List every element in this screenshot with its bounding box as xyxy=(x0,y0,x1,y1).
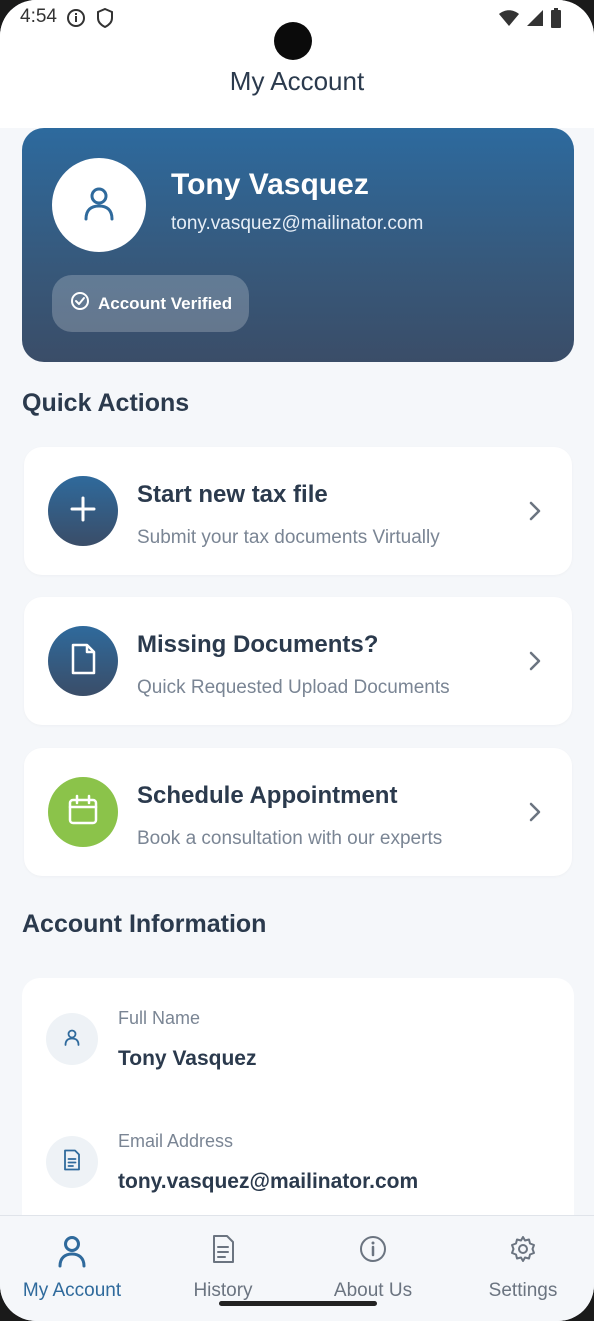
info-icon-circle xyxy=(46,1136,98,1188)
plus-icon xyxy=(69,495,97,528)
check-circle-icon xyxy=(70,291,90,316)
action-subtitle: Book a consultation with our experts xyxy=(137,828,443,849)
full-name-label: Full Name xyxy=(118,1008,201,1028)
document-icon xyxy=(210,1234,236,1269)
gear-icon xyxy=(508,1234,538,1269)
user-icon xyxy=(62,1027,82,1052)
nav-label: History xyxy=(193,1280,253,1301)
chevron-right-icon xyxy=(528,802,542,827)
avatar xyxy=(52,158,146,252)
action-subtitle: Quick Requested Upload Documents xyxy=(137,677,450,698)
full-name-value: Tony Vasquez xyxy=(118,1047,257,1070)
quick-actions-title: Quick Actions xyxy=(22,389,190,417)
verified-badge: Account Verified xyxy=(52,275,249,332)
email-address-value: tony.vasquez@mailinator.com xyxy=(118,1170,419,1193)
start-tax-file-card[interactable]: Start new tax file Submit your tax docum… xyxy=(24,447,572,575)
calendar-icon xyxy=(67,794,99,831)
verified-label: Account Verified xyxy=(98,293,233,313)
shield-status-icon xyxy=(96,7,114,33)
missing-documents-card[interactable]: Missing Documents? Quick Requested Uploa… xyxy=(24,597,572,725)
document-icon xyxy=(62,1149,82,1176)
action-icon-circle xyxy=(48,626,118,696)
nav-settings[interactable]: Settings xyxy=(448,1216,594,1321)
chevron-right-icon xyxy=(528,651,542,676)
battery-icon xyxy=(550,8,562,33)
document-icon xyxy=(69,643,97,680)
info-icon-circle xyxy=(46,1013,98,1065)
chevron-right-icon xyxy=(528,501,542,526)
email-address-label: Email Address xyxy=(118,1131,234,1151)
user-icon xyxy=(57,1234,87,1273)
phone-screen: 4:54 My Account Tony Vasquez tony.vasque… xyxy=(0,0,594,1321)
signal-icon xyxy=(526,9,544,32)
action-title: Missing Documents? xyxy=(137,631,379,658)
camera-cutout xyxy=(274,22,312,60)
info-icon xyxy=(358,1234,388,1269)
nav-label: Settings xyxy=(488,1280,558,1301)
profile-card: Tony Vasquez tony.vasquez@mailinator.com… xyxy=(22,128,574,362)
action-icon-circle xyxy=(48,476,118,546)
info-status-icon xyxy=(66,8,86,33)
action-title: Start new tax file xyxy=(137,481,328,508)
profile-email: tony.vasquez@mailinator.com xyxy=(171,213,424,234)
user-icon xyxy=(79,183,119,228)
nav-label: About Us xyxy=(333,1280,413,1301)
schedule-appointment-card[interactable]: Schedule Appointment Book a consultation… xyxy=(24,748,572,876)
status-time: 4:54 xyxy=(20,6,57,27)
action-subtitle: Submit your tax documents Virtually xyxy=(137,527,440,548)
wifi-icon xyxy=(498,9,520,32)
page-title: My Account xyxy=(229,66,365,96)
home-indicator[interactable] xyxy=(219,1301,377,1306)
action-title: Schedule Appointment xyxy=(137,782,398,809)
nav-my-account[interactable]: My Account xyxy=(0,1216,147,1321)
app-header: 4:54 My Account xyxy=(0,0,594,128)
account-information-title: Account Information xyxy=(22,910,267,938)
action-icon-circle xyxy=(48,777,118,847)
nav-label: My Account xyxy=(22,1280,122,1301)
profile-name: Tony Vasquez xyxy=(171,168,369,201)
